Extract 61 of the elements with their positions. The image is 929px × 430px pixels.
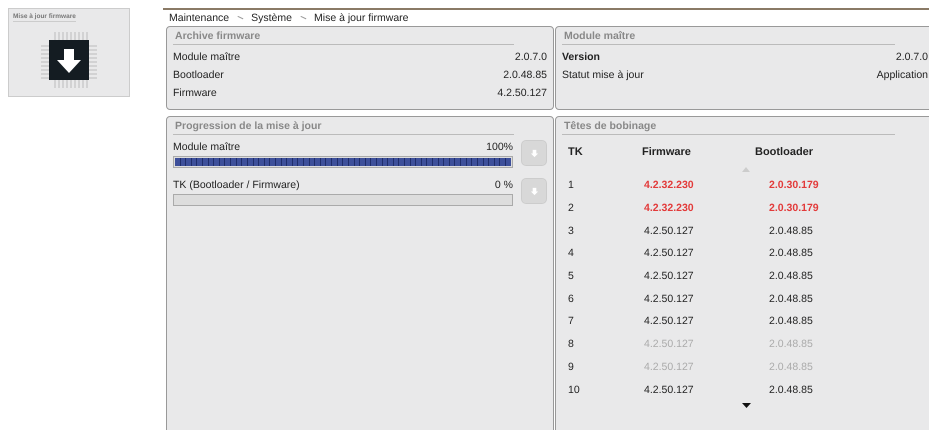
table-cell-text: 2 (567, 202, 575, 214)
progress-label: TK (Bootloader / Firmware) (173, 179, 300, 191)
field-label: Module maître (173, 51, 240, 63)
field-label: Firmware (173, 87, 217, 99)
panel-title: Têtes de bobinage (562, 119, 896, 135)
table-cell-text: 7 (567, 315, 575, 328)
field-label: Version (562, 51, 600, 63)
table-cell-text: 1 (567, 179, 575, 192)
table-cell-text: 2.0.30.179 (768, 179, 820, 192)
breadcrumb-link[interactable]: Maintenance (169, 12, 230, 24)
panel-title: Archive firmware (173, 29, 514, 45)
field-value: 2.0.48.85 (503, 69, 547, 81)
table-cell-text: 4.2.50.127 (643, 315, 695, 328)
chip-download-icon (39, 30, 99, 90)
table-cell-text: 2.0.48.85 (768, 224, 814, 237)
download-arrow-icon (530, 186, 538, 196)
table-cell-text: 2.0.48.85 (768, 384, 814, 396)
breadcrumb-link[interactable]: Système (251, 12, 292, 24)
field-label: Statut mise à jour (562, 69, 644, 81)
table-cell-text: 2.0.48.85 (768, 247, 814, 260)
table-cell-text: 2.0.48.85 (768, 315, 814, 328)
field-label: Bootloader (173, 69, 224, 81)
table-cell-text: 2.0.48.85 (768, 360, 814, 373)
progress-reading: 100% (486, 141, 513, 153)
download-arrow-icon (530, 148, 538, 158)
scroll-up-icon[interactable] (742, 166, 750, 172)
progress-reading: 0 % (494, 179, 513, 191)
field-value: Application (876, 69, 928, 81)
progress-label: Module maître (173, 141, 240, 153)
field-value: 4.2.50.127 (497, 87, 547, 99)
table-cell-text: 2.0.48.85 (768, 338, 814, 350)
column-header: Firmware (641, 146, 692, 158)
table-cell-text: 4.2.50.127 (643, 292, 695, 305)
field-value: 2.0.7.0 (514, 51, 547, 63)
panel-title: Progression de la mise à jour (173, 119, 514, 135)
table-cell-text: 10 (567, 384, 581, 396)
panel-title: Module maître (562, 29, 896, 45)
table-cell-text: 4.2.50.127 (643, 224, 695, 237)
table-cell-text: 4.2.50.127 (643, 338, 695, 350)
table-cell-text: 9 (567, 360, 575, 373)
separator-icon (300, 15, 306, 21)
table-cell-text: 4.2.50.127 (643, 384, 695, 396)
table-cell-text: 6 (567, 292, 575, 305)
table-cell-text: 4.2.50.127 (643, 247, 695, 260)
table-cell-text: 4.2.32.230 (643, 179, 695, 192)
table-cell-text: 4.2.50.127 (643, 270, 695, 282)
table-cell-text: 4 (567, 247, 575, 260)
column-header: Bootloader (755, 146, 814, 158)
table-cell-text: 4.2.50.127 (643, 360, 695, 373)
table-cell-text: 2.0.30.179 (768, 202, 820, 214)
table-cell-text: 2.0.48.85 (768, 270, 814, 282)
table-cell-text: 5 (567, 270, 575, 282)
field-value: 2.0.7.0 (896, 51, 928, 63)
separator-icon (236, 15, 244, 21)
column-header: TK (567, 146, 584, 158)
table-cell-text: 4.2.32.230 (643, 202, 695, 214)
table-cell-text: 2.0.48.85 (768, 292, 814, 305)
table-cell-text: 8 (567, 338, 575, 350)
scroll-down-icon[interactable] (742, 403, 751, 408)
breadcrumb-link[interactable]: Mise à jour firmware (314, 12, 409, 24)
table-cell-text: 3 (567, 224, 575, 237)
